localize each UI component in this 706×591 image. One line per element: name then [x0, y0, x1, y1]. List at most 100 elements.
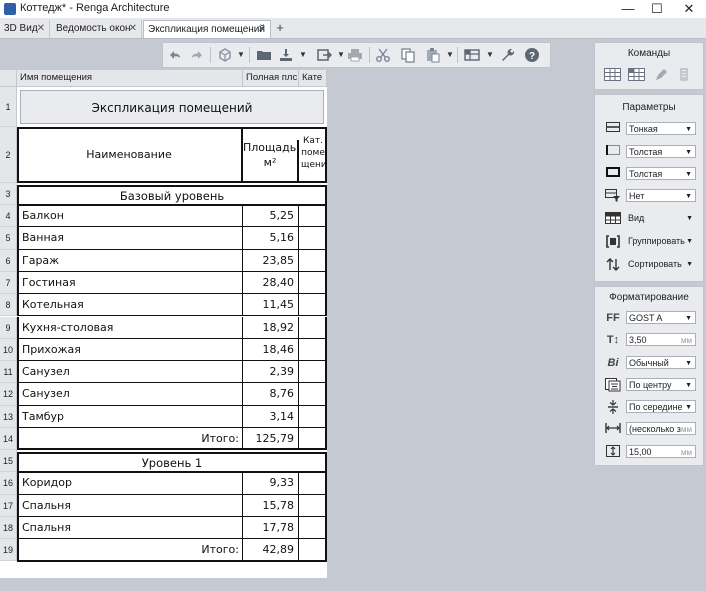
folder-open-icon[interactable]: [256, 47, 272, 63]
filter-select[interactable]: Нет ▼: [626, 189, 696, 202]
column-header-name[interactable]: Имя помещения: [17, 70, 243, 87]
save-icon[interactable]: [278, 47, 294, 63]
room-category-cell[interactable]: [299, 227, 327, 250]
close-icon[interactable]: ✕: [129, 20, 137, 38]
room-area-cell[interactable]: 18,46: [243, 338, 299, 362]
room-area-cell[interactable]: 17,78: [243, 516, 299, 540]
room-category-cell[interactable]: [299, 271, 327, 295]
total-area-cell[interactable]: 125,79: [243, 428, 299, 451]
room-area-cell[interactable]: 2,39: [243, 361, 299, 384]
close-icon[interactable]: ✕: [37, 20, 45, 38]
view-3d-icon[interactable]: [217, 47, 233, 63]
copy-icon[interactable]: [400, 47, 416, 63]
group-menu[interactable]: Группировать ▼: [626, 235, 696, 248]
cut-icon[interactable]: [375, 47, 391, 63]
room-category-cell[interactable]: [299, 249, 327, 272]
close-icon[interactable]: ✕: [258, 21, 266, 39]
room-category-cell[interactable]: [299, 361, 327, 384]
tab-window-schedule[interactable]: Ведомость окон ✕: [52, 20, 142, 38]
room-name-cell[interactable]: Кухня-столовая: [17, 316, 243, 339]
chevron-down-icon[interactable]: ▼: [237, 50, 245, 59]
font-select[interactable]: GOST A ▼: [626, 311, 696, 324]
chevron-down-icon[interactable]: ▼: [446, 50, 454, 59]
total-label-cell[interactable]: Итого:: [17, 539, 243, 562]
help-icon[interactable]: ?: [524, 47, 540, 63]
header-name-cell[interactable]: Наименование: [17, 127, 243, 183]
room-name-cell[interactable]: Санузел: [17, 361, 243, 384]
room-category-cell[interactable]: [299, 338, 327, 362]
row-number[interactable]: 5: [0, 227, 17, 250]
total-area-cell[interactable]: 42,89: [243, 539, 299, 562]
close-window-button[interactable]: ✕: [674, 0, 704, 18]
group-title-cell[interactable]: Базовый уровень: [17, 185, 327, 206]
room-area-cell[interactable]: 9,33: [243, 472, 299, 495]
row-height-input[interactable]: 15,00 мм: [626, 445, 696, 458]
room-category-cell[interactable]: [299, 405, 327, 428]
total-label-cell[interactable]: Итого:: [17, 428, 243, 451]
group-title-cell[interactable]: Уровень 1: [17, 452, 327, 474]
edit-cell-icon[interactable]: [655, 68, 668, 81]
room-area-cell[interactable]: 23,85: [243, 249, 299, 272]
outer-border-select[interactable]: Толстая ▼: [626, 145, 696, 158]
room-name-cell[interactable]: Ванная: [17, 227, 243, 250]
room-category-cell[interactable]: [299, 494, 327, 517]
room-area-cell[interactable]: 18,92: [243, 316, 299, 339]
maximize-button[interactable]: ☐: [642, 0, 672, 18]
room-area-cell[interactable]: 15,78: [243, 494, 299, 517]
font-style-select[interactable]: Обычный ▼: [626, 356, 696, 369]
room-category-cell[interactable]: [299, 428, 327, 451]
view-menu[interactable]: Вид ▼: [626, 212, 696, 225]
room-area-cell[interactable]: 5,25: [243, 205, 299, 228]
column-width-input[interactable]: (несколько з мм: [626, 422, 696, 435]
table-grid-icon[interactable]: [628, 68, 645, 81]
row-number[interactable]: 19: [0, 539, 17, 562]
header-area-cell[interactable]: Площадь, м²: [243, 140, 299, 183]
row-number[interactable]: 2: [0, 127, 17, 183]
add-tab-button[interactable]: +: [273, 20, 287, 36]
room-category-cell[interactable]: [299, 539, 327, 562]
room-category-cell[interactable]: [299, 205, 327, 228]
wrench-icon[interactable]: [500, 47, 516, 63]
room-name-cell[interactable]: Гостиная: [17, 271, 243, 295]
room-area-cell[interactable]: 28,40: [243, 271, 299, 295]
header-category-cell[interactable]: Кат. поме щения: [301, 135, 325, 181]
chevron-down-icon[interactable]: ▼: [486, 50, 494, 59]
row-number[interactable]: 18: [0, 516, 17, 540]
table-title-cell[interactable]: Экспликация помещений: [20, 90, 324, 124]
row-number[interactable]: 11: [0, 361, 17, 384]
line-type-select[interactable]: Тонкая ▼: [626, 122, 696, 135]
row-number[interactable]: 3: [0, 183, 17, 205]
export-icon[interactable]: [316, 47, 332, 63]
row-number[interactable]: 6: [0, 249, 17, 272]
room-area-cell[interactable]: 8,76: [243, 383, 299, 406]
column-header-category[interactable]: Кате: [299, 70, 327, 87]
row-number[interactable]: 12: [0, 383, 17, 406]
paste-icon[interactable]: [425, 47, 441, 63]
row-number[interactable]: 13: [0, 405, 17, 428]
print-icon[interactable]: [347, 47, 363, 63]
column-header-area[interactable]: Полная плс: [243, 70, 299, 87]
room-category-cell[interactable]: [299, 383, 327, 406]
room-name-cell[interactable]: Спальня: [17, 494, 243, 517]
insert-table-icon[interactable]: [604, 68, 621, 81]
room-category-cell[interactable]: [299, 316, 327, 339]
row-number[interactable]: 4: [0, 205, 17, 228]
row-number[interactable]: 8: [0, 294, 17, 317]
row-number[interactable]: 14: [0, 428, 17, 451]
row-number[interactable]: 7: [0, 271, 17, 295]
room-name-cell[interactable]: Гараж: [17, 249, 243, 272]
room-category-cell[interactable]: [299, 516, 327, 540]
all-borders-select[interactable]: Толстая ▼: [626, 167, 696, 180]
tab-3d-view[interactable]: 3D Вид ✕: [0, 20, 50, 38]
room-category-cell[interactable]: [299, 294, 327, 317]
corner-header[interactable]: [0, 70, 17, 87]
vertical-align-select[interactable]: По середине ▼: [626, 400, 696, 413]
row-number[interactable]: 16: [0, 472, 17, 495]
row-number[interactable]: 17: [0, 494, 17, 517]
room-name-cell[interactable]: Котельная: [17, 294, 243, 317]
room-category-cell[interactable]: [299, 472, 327, 495]
tab-room-schedule[interactable]: Экспликация помещений ✕: [143, 20, 271, 38]
row-number[interactable]: 15: [0, 450, 17, 473]
minimize-button[interactable]: —: [613, 0, 643, 18]
room-name-cell[interactable]: Коридор: [17, 472, 243, 495]
